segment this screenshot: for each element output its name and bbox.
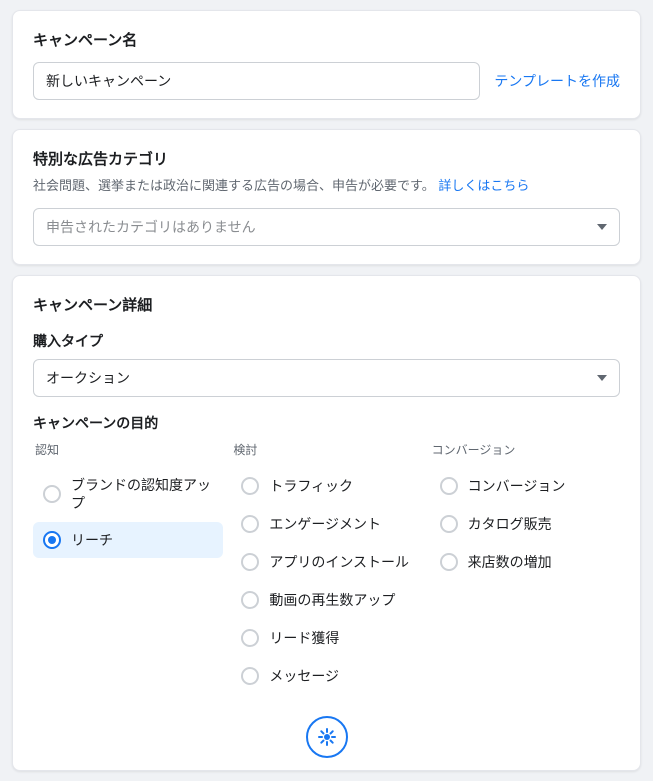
consideration-column: 検討トラフィックエンゲージメントアプリのインストール動画の再生数アップリード獲得… — [231, 441, 421, 696]
objective-option[interactable]: コンバージョン — [430, 468, 620, 504]
objective-option-label: リード獲得 — [269, 629, 339, 647]
objective-option-label: リーチ — [71, 531, 113, 549]
objective-option[interactable]: トラフィック — [231, 468, 421, 504]
objective-option[interactable]: カタログ販売 — [430, 506, 620, 542]
objective-option[interactable]: 来店数の増加 — [430, 544, 620, 580]
objective-option-label: コンバージョン — [468, 477, 566, 495]
special-category-desc: 社会問題、選挙または政治に関連する広告の場合、申告が必要です。 詳しくはこちら — [33, 175, 620, 194]
objective-option[interactable]: アプリのインストール — [231, 544, 421, 580]
objective-option-label: アプリのインストール — [269, 553, 409, 571]
radio-icon — [440, 553, 458, 571]
objective-field: キャンペーンの目的 認知ブランドの認知度アップリーチ 検討トラフィックエンゲージ… — [33, 413, 620, 696]
buying-type-field: 購入タイプ オークション — [33, 331, 620, 397]
create-template-link[interactable]: テンプレートを作成 — [494, 71, 620, 91]
objective-option-label: エンゲージメント — [269, 515, 381, 533]
learn-more-link[interactable]: 詳しくはこちら — [438, 178, 529, 193]
campaign-name-card: キャンペーン名 テンプレートを作成 — [12, 10, 641, 119]
conversion-column: コンバージョンコンバージョンカタログ販売来店数の増加 — [430, 441, 620, 696]
consideration-header: 検討 — [233, 441, 421, 458]
awareness-header: 認知 — [35, 441, 223, 458]
campaign-name-row: テンプレートを作成 — [33, 62, 620, 100]
campaign-name-title: キャンペーン名 — [33, 29, 620, 50]
radio-icon — [241, 515, 259, 533]
objective-label: キャンペーンの目的 — [33, 413, 620, 433]
radio-icon — [241, 591, 259, 609]
buying-type-label: 購入タイプ — [33, 331, 620, 351]
objective-columns: 認知ブランドの認知度アップリーチ 検討トラフィックエンゲージメントアプリのインス… — [33, 441, 620, 696]
objective-option-label: ブランドの認知度アップ — [71, 476, 213, 512]
radio-icon — [241, 553, 259, 571]
special-category-dropdown[interactable]: 申告されたカテゴリはありません — [33, 208, 620, 246]
objective-option[interactable]: メッセージ — [231, 658, 421, 694]
special-category-dropdown-value: 申告されたカテゴリはありません — [46, 217, 256, 237]
special-category-desc-text: 社会問題、選挙または政治に関連する広告の場合、申告が必要です。 — [33, 178, 435, 193]
objective-option-label: トラフィック — [269, 477, 353, 495]
chevron-down-icon — [597, 224, 607, 230]
awareness-column: 認知ブランドの認知度アップリーチ — [33, 441, 223, 696]
special-category-card: 特別な広告カテゴリ 社会問題、選挙または政治に関連する広告の場合、申告が必要です… — [12, 129, 641, 265]
objective-option[interactable]: ブランドの認知度アップ — [33, 468, 223, 520]
objective-option[interactable]: リード獲得 — [231, 620, 421, 656]
radio-icon — [43, 531, 61, 549]
objective-option-label: 来店数の増加 — [468, 553, 552, 571]
special-category-title: 特別な広告カテゴリ — [33, 148, 620, 169]
objective-option[interactable]: リーチ — [33, 522, 223, 558]
radio-icon — [241, 667, 259, 685]
radio-icon — [440, 515, 458, 533]
radio-icon — [241, 477, 259, 495]
objective-icon-wrap — [33, 696, 620, 762]
objective-option-label: 動画の再生数アップ — [269, 591, 395, 609]
conversion-header: コンバージョン — [432, 441, 620, 458]
campaign-details-title: キャンペーン詳細 — [33, 294, 620, 315]
objective-option-label: メッセージ — [269, 667, 339, 685]
reach-icon — [306, 716, 348, 758]
buying-type-value: オークション — [46, 368, 130, 388]
objective-option[interactable]: エンゲージメント — [231, 506, 421, 542]
radio-icon — [241, 629, 259, 647]
objective-option-label: カタログ販売 — [468, 515, 552, 533]
campaign-details-card: キャンペーン詳細 購入タイプ オークション キャンペーンの目的 認知ブランドの認… — [12, 275, 641, 771]
chevron-down-icon — [597, 375, 607, 381]
campaign-name-input[interactable] — [33, 62, 480, 100]
objective-option[interactable]: 動画の再生数アップ — [231, 582, 421, 618]
radio-icon — [43, 485, 61, 503]
radio-icon — [440, 477, 458, 495]
buying-type-dropdown[interactable]: オークション — [33, 359, 620, 397]
